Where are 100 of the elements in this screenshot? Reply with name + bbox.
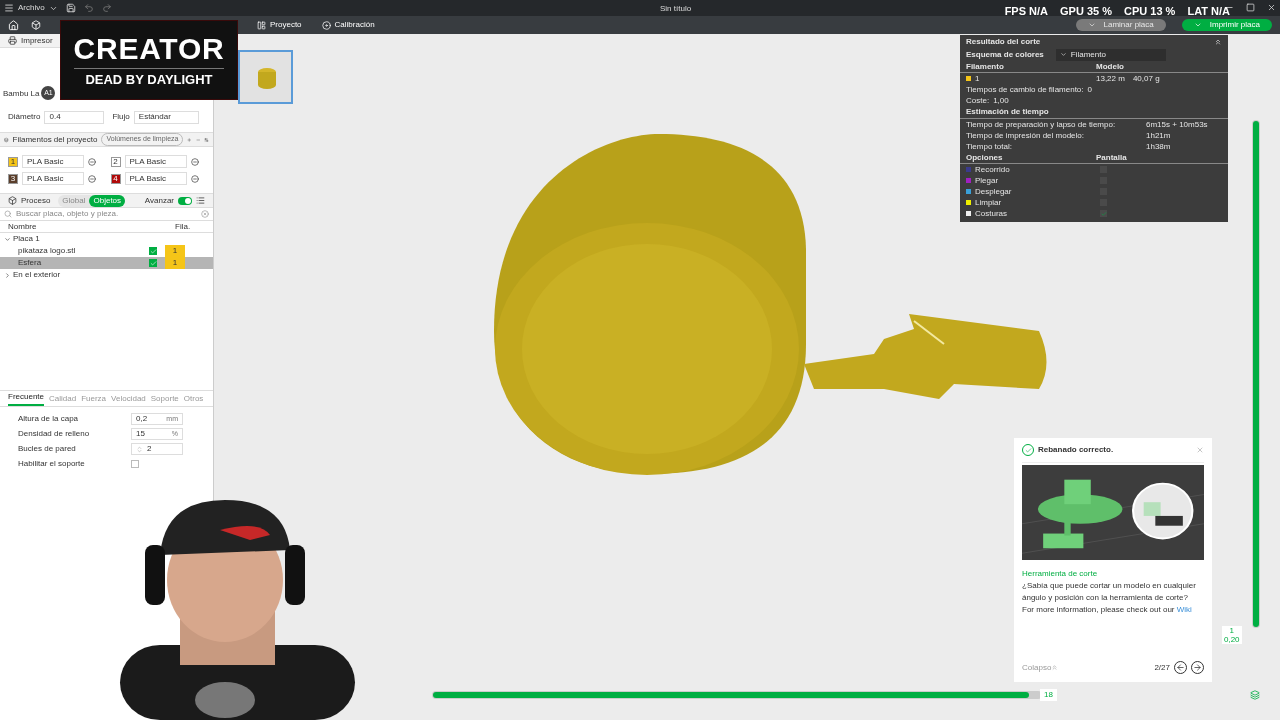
search-icon (4, 210, 12, 218)
setting-label: Bucles de pared (18, 443, 77, 455)
nav-tab[interactable]: Proyecto (253, 19, 306, 31)
section-title: Filamentos del proyecto (12, 133, 98, 146)
display-checkbox[interactable] (1100, 210, 1107, 217)
disc-icon (321, 20, 331, 30)
scheme-select[interactable]: Filamento (1055, 48, 1166, 61)
menu-icon (4, 3, 14, 13)
previous-icon[interactable] (1174, 661, 1187, 674)
filament-index: 1 (8, 156, 18, 167)
object-row[interactable]: Esfera 1 (0, 257, 213, 269)
caret-icon (1193, 21, 1202, 29)
filament-index: 4 (110, 173, 121, 184)
field-label: Flujo (112, 111, 130, 123)
setting-field[interactable]: 2 (131, 443, 183, 455)
field-label: Diámetro (8, 111, 41, 123)
filament-select[interactable]: PLA Basic (22, 172, 84, 185)
list-icon[interactable] (196, 196, 205, 205)
option-label: Desplegar (975, 185, 1012, 198)
object-row[interactable]: pikataza logo.stl 1 (0, 245, 213, 257)
setting-label: Habilitar el soporte (18, 458, 86, 470)
filament-select[interactable]: PLA Basic (124, 155, 187, 168)
collapse-icon[interactable] (1214, 37, 1222, 46)
option-label: Costuras (975, 207, 1007, 220)
setting-label: Altura de la capa (18, 413, 80, 425)
filament-select[interactable]: PLA Basic (124, 172, 187, 185)
layers-icon[interactable] (1250, 690, 1260, 700)
expand-icon[interactable] (4, 235, 11, 243)
redo-icon[interactable] (101, 3, 112, 13)
save-icon[interactable] (65, 3, 76, 13)
field-label: Esquema de colores (966, 48, 1044, 61)
diameter-select[interactable]: 0.4 (44, 110, 105, 124)
window-title: Sin título (660, 3, 692, 15)
printer-name[interactable]: Bambu La (3, 88, 40, 100)
filament-index: 2 (110, 156, 121, 167)
notification-title: Rebanado correcto. (1038, 444, 1114, 456)
caret-icon (1087, 21, 1096, 29)
layer-slider-fill[interactable] (1253, 121, 1259, 627)
info-label: Coste: (966, 94, 990, 107)
time-value: 1h38m (1146, 140, 1171, 153)
column-header: Modelo (1096, 60, 1124, 73)
printer-icon (8, 36, 17, 45)
filament-icon (4, 135, 9, 144)
setting-label: Densidad de relleno (18, 428, 91, 440)
filament-select[interactable]: PLA Basic (22, 155, 84, 168)
filament-index: 3 (8, 173, 18, 184)
home-icon[interactable] (8, 19, 19, 31)
add-icon[interactable] (187, 135, 192, 144)
page-counter: 2/27 (1154, 661, 1170, 674)
panel-title: Resultado del corte (966, 35, 1041, 48)
column-header: Fila. (175, 220, 192, 233)
panel-icon (257, 20, 266, 30)
plate-thumbnail[interactable] (238, 50, 293, 104)
section-title: Impresor (21, 34, 53, 47)
expand-icon[interactable] (4, 271, 11, 279)
file-menu[interactable]: Archivo (4, 2, 58, 14)
settings-icon[interactable] (204, 135, 209, 144)
column-header: Nombre (8, 220, 38, 233)
info-value: 1,00 (993, 94, 1009, 107)
column-header: Opciones (966, 151, 1004, 164)
move-value: 18 (1040, 689, 1057, 701)
settings-tab[interactable]: Frecuente (8, 391, 45, 406)
overlay-subtitle: DEAD BY DAYLIGHT (85, 73, 213, 86)
spinner-icon[interactable] (136, 445, 143, 453)
remove-icon[interactable] (190, 157, 199, 166)
column-header: Pantalla (1096, 151, 1127, 164)
search-field[interactable]: Buscar placa, objeto y pieza. (16, 208, 197, 220)
setting-checkbox[interactable] (131, 460, 139, 468)
next-icon[interactable] (1191, 661, 1204, 674)
maximize-icon[interactable] (1246, 3, 1255, 12)
time-value: 6m15s + 10m53s (1146, 118, 1208, 131)
time-label: Tiempo de impresión del modelo: (966, 129, 1085, 142)
more-info-text: For more information, please check out our Wiki (1022, 604, 1193, 616)
wiki-link[interactable]: Wiki (1176, 605, 1192, 614)
move-slider-fill[interactable] (433, 692, 1029, 698)
check-icon (1100, 210, 1107, 217)
nav-tab[interactable]: Calibración (317, 19, 379, 31)
tip-title: Herramienta de corte (1022, 568, 1099, 580)
caret-icon (1059, 51, 1067, 58)
section-title: Estimación de tiempo (966, 106, 1049, 118)
advance-switch[interactable] (178, 196, 192, 205)
filament-length: 13,22 m (1096, 72, 1125, 85)
cube-icon[interactable] (31, 20, 41, 30)
undo-icon[interactable] (83, 3, 94, 13)
filament-number: 1 (975, 72, 980, 85)
filament-weight: 40,07 g (1132, 72, 1160, 85)
remove-icon[interactable] (88, 174, 96, 183)
remove-icon[interactable] (88, 157, 96, 166)
section-title: Proceso (21, 194, 51, 207)
tree-item[interactable]: En el exterior (13, 269, 61, 281)
option-label: Limpiar (975, 196, 1002, 209)
option-label: Plegar (975, 174, 999, 187)
remove-icon[interactable] (190, 174, 199, 183)
flow-select[interactable]: Estándar (133, 110, 199, 124)
tree-item[interactable]: Placa 1 (13, 233, 40, 245)
time-label: Tiempo de preparación y lapso de tiempo: (966, 118, 1117, 131)
info-label: Tiempos de cambio de filamento: (966, 83, 1084, 96)
clear-icon[interactable] (201, 210, 209, 218)
layer-label: 1 0,20 (1222, 626, 1242, 644)
switch-label: Avanzar (144, 194, 174, 207)
